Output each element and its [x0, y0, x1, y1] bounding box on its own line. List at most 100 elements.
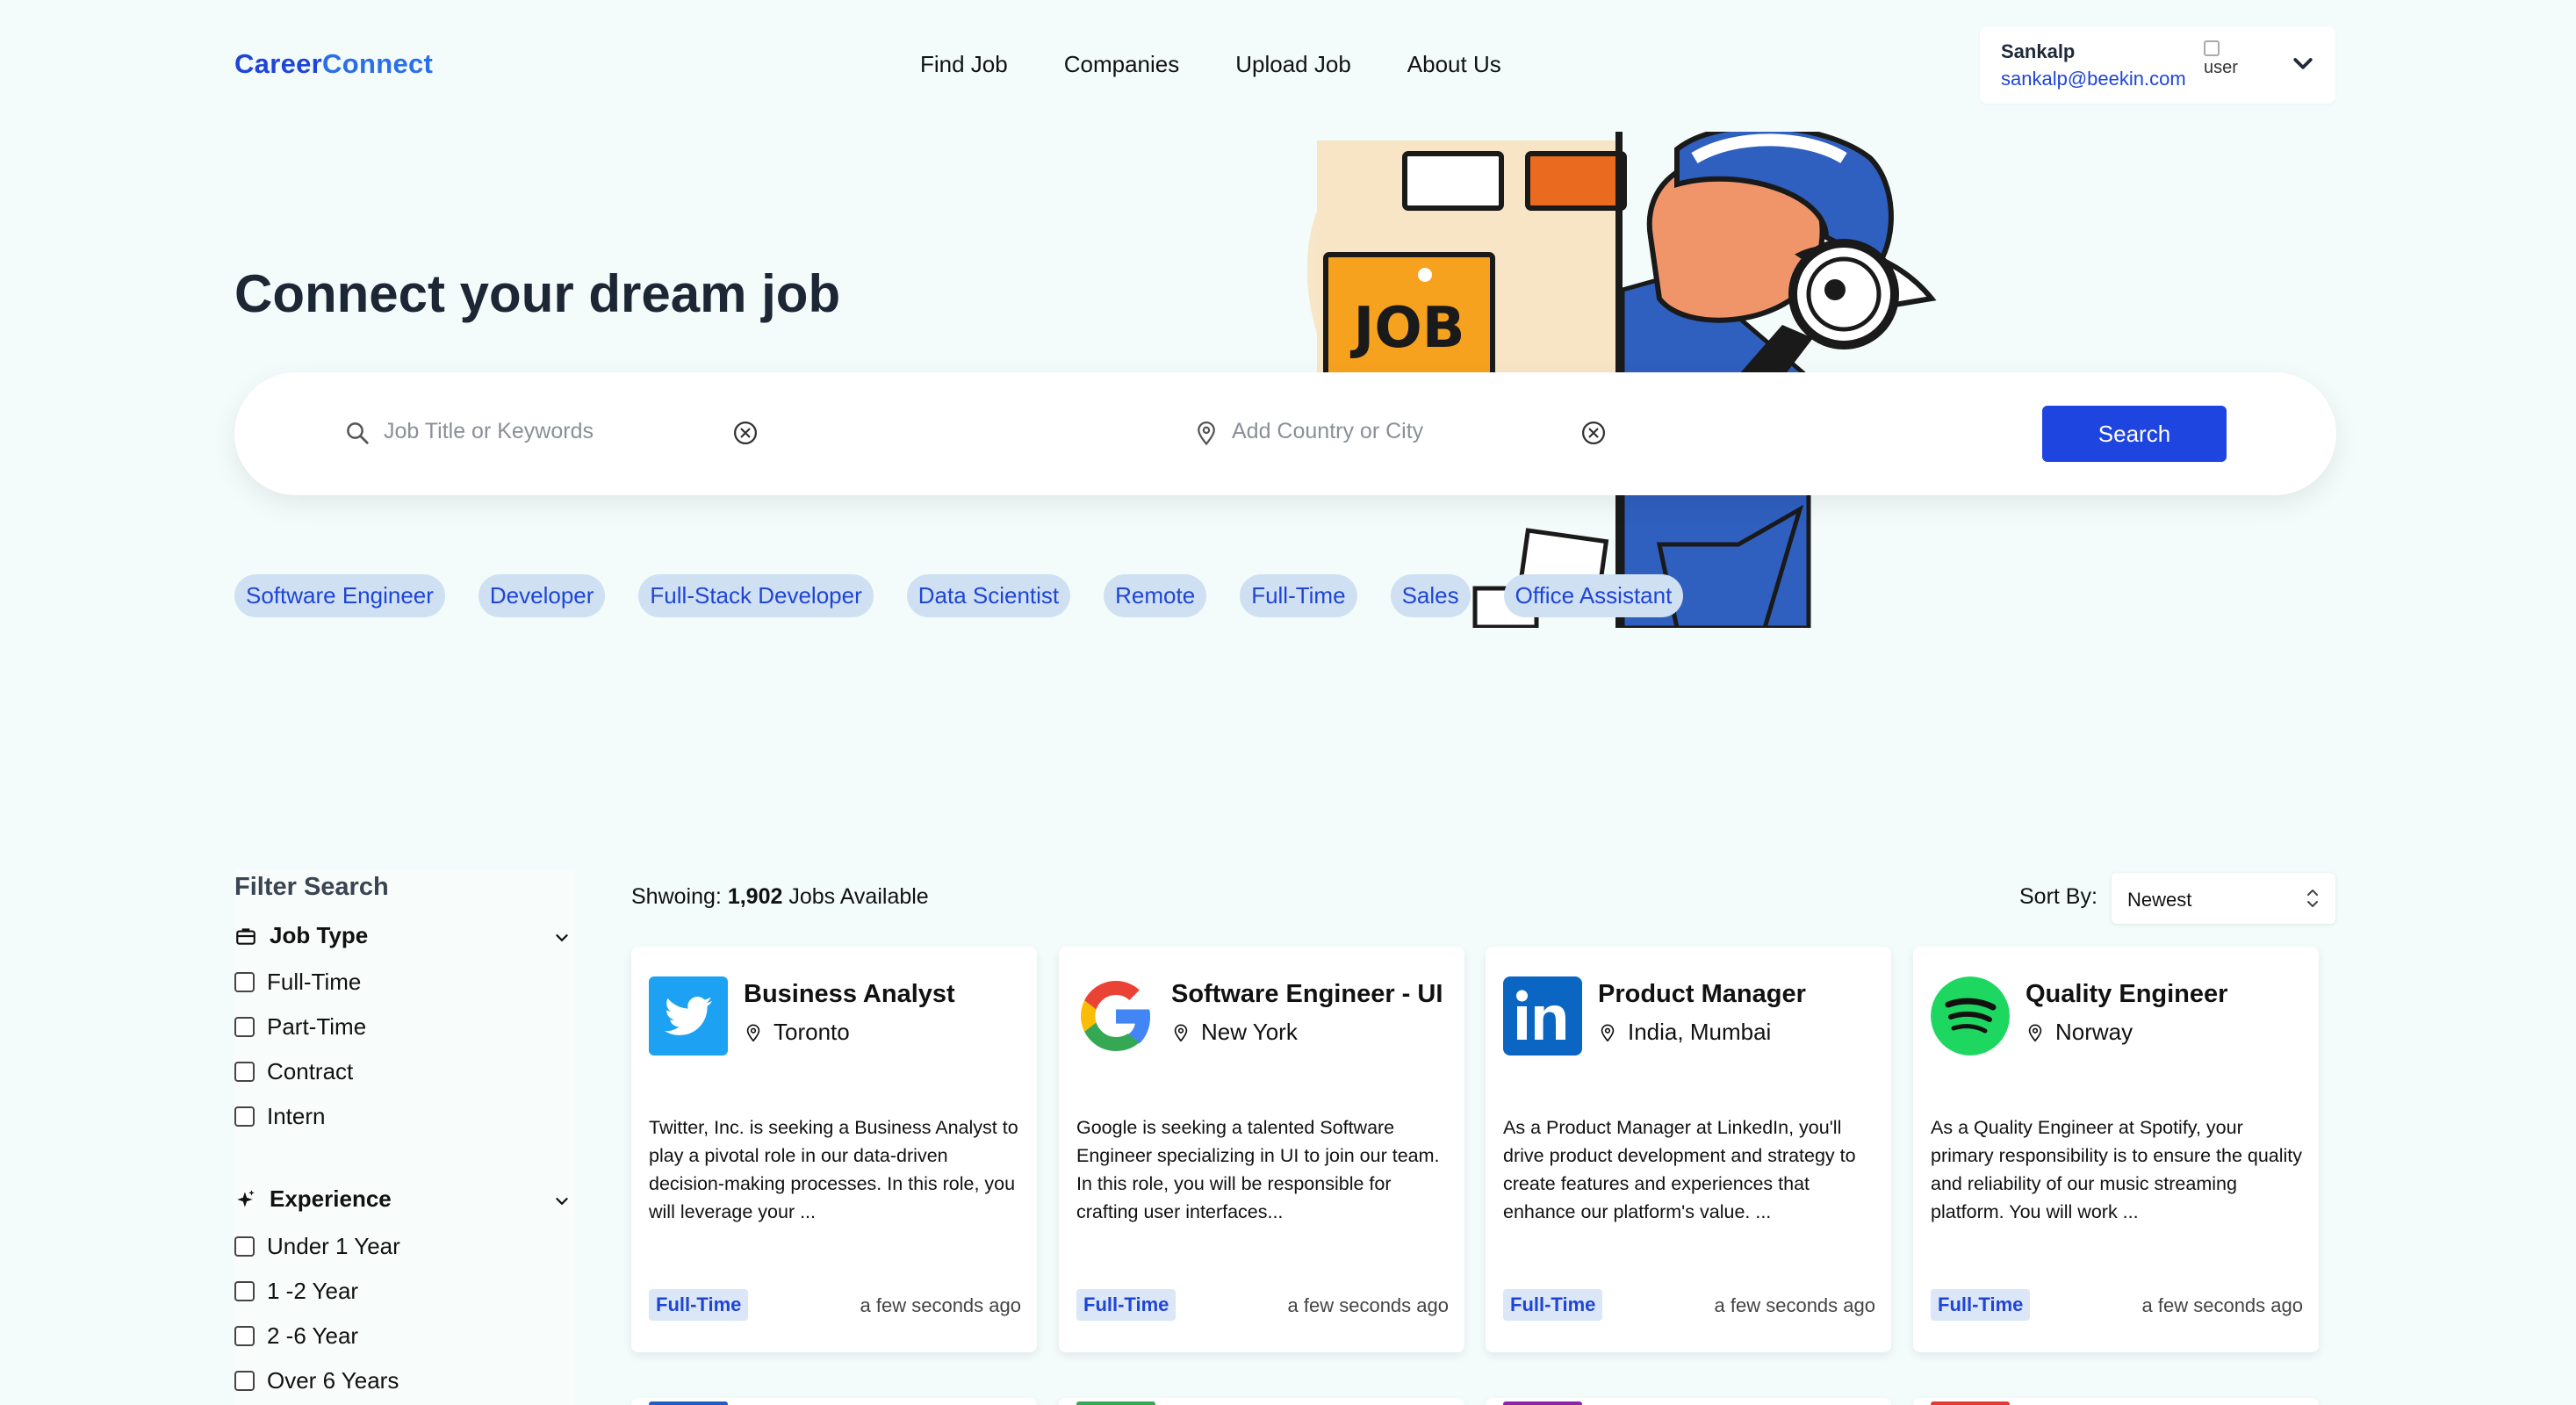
posted-time: a few seconds ago: [1714, 1294, 1875, 1316]
nav-upload-job[interactable]: Upload Job: [1235, 51, 1351, 78]
checkbox[interactable]: [234, 972, 255, 992]
filter-option-over-6-years[interactable]: Over 6 Years: [234, 1367, 399, 1394]
job-card[interactable]: [631, 1398, 1037, 1405]
job-card[interactable]: [1059, 1398, 1464, 1405]
tag-chip[interactable]: Developer: [478, 574, 606, 617]
option-label: Contract: [267, 1058, 354, 1084]
location-pin-icon: [2028, 1023, 2042, 1041]
checkbox[interactable]: [234, 1371, 255, 1391]
filter-title: Filter Search: [234, 873, 389, 901]
briefcase-icon: [236, 927, 255, 945]
job-card[interactable]: Quality Engineer Norway As a Quality Eng…: [1913, 947, 2319, 1352]
tag-chip[interactable]: Sales: [1390, 574, 1471, 617]
job-description: Google is seeking a talented Software En…: [1076, 1117, 1440, 1222]
checkbox[interactable]: [234, 1281, 255, 1301]
experience-header[interactable]: Experience: [234, 1185, 392, 1213]
job-location: India, Mumbai: [1598, 1019, 1771, 1046]
job-title[interactable]: Quality Engineer: [2026, 980, 2227, 1009]
checkbox[interactable]: [234, 1326, 255, 1346]
showing-suffix: Jobs Available: [788, 884, 929, 909]
hero-title: Connect your dream job: [234, 264, 841, 323]
location-pin-icon: [1601, 1023, 1615, 1041]
checkbox[interactable]: [234, 1236, 255, 1257]
avatar[interactable]: user: [2204, 40, 2242, 84]
experience-label: Experience: [270, 1185, 392, 1212]
option-label: Full-Time: [267, 969, 362, 995]
job-card[interactable]: Business Analyst Toronto Twitter, Inc. i…: [631, 947, 1037, 1352]
nav-about-us[interactable]: About Us: [1407, 51, 1501, 78]
chevron-down-icon[interactable]: [552, 1192, 572, 1211]
filter-option-intern[interactable]: Intern: [234, 1103, 326, 1130]
filter-sidebar: Filter Search Job Type Full-Time Part-Ti…: [234, 869, 575, 1405]
popular-tags: Software Engineer Developer Full-Stack D…: [234, 574, 1684, 617]
checkbox[interactable]: [234, 1017, 255, 1037]
filter-option-part-time[interactable]: Part-Time: [234, 1013, 366, 1041]
job-title[interactable]: Software Engineer - UI: [1171, 980, 1443, 1009]
option-label: 1 -2 Year: [267, 1278, 359, 1304]
chevron-down-icon[interactable]: [2290, 51, 2316, 77]
logo-text-career: Career: [234, 48, 323, 79]
sort-select[interactable]: Newest: [2112, 873, 2335, 924]
location-pin-icon: [1174, 1023, 1188, 1041]
tag-chip[interactable]: Software Engineer: [234, 574, 445, 617]
tag-chip[interactable]: Data Scientist: [906, 574, 1071, 617]
filter-option-2-6-year[interactable]: 2 -6 Year: [234, 1322, 358, 1350]
job-card[interactable]: Software Engineer - UI New York Google i…: [1059, 947, 1464, 1352]
nav-find-job[interactable]: Find Job: [920, 51, 1008, 78]
user-email: sankalp@beekin.com: [2001, 68, 2186, 90]
location-pin-icon: [1198, 422, 1215, 446]
job-location: Toronto: [744, 1019, 850, 1046]
tag-chip[interactable]: Full-Time: [1240, 574, 1357, 617]
clear-location-icon[interactable]: [1580, 420, 1607, 446]
spotify-icon: [1931, 976, 2010, 1056]
twitter-icon: [649, 976, 728, 1056]
tag-chip[interactable]: Office Assistant: [1503, 574, 1684, 617]
company-logo: [1503, 1401, 1582, 1405]
job-type-header[interactable]: Job Type: [234, 922, 368, 949]
job-location: Norway: [2026, 1019, 2133, 1046]
tag-chip[interactable]: Remote: [1104, 574, 1207, 617]
job-location: New York: [1171, 1019, 1298, 1046]
job-title[interactable]: Business Analyst: [744, 980, 955, 1009]
company-logo: [1931, 1401, 2010, 1405]
location-text: Norway: [2055, 1019, 2133, 1045]
search-button[interactable]: Search: [2042, 406, 2227, 462]
nav-companies[interactable]: Companies: [1064, 51, 1180, 78]
job-type-label: Job Type: [270, 922, 369, 948]
user-menu[interactable]: Sankalp sankalp@beekin.com user: [1980, 26, 2335, 104]
google-icon: [1076, 976, 1155, 1056]
job-type-badge: Full-Time: [1931, 1289, 2031, 1321]
linkedin-icon: [1503, 976, 1582, 1056]
job-card[interactable]: [1913, 1398, 2319, 1405]
job-title[interactable]: Product Manager: [1598, 980, 1806, 1009]
app-logo[interactable]: CareerConnect: [234, 48, 433, 80]
option-label: Over 6 Years: [267, 1367, 399, 1394]
sort-value: Newest: [2127, 889, 2192, 911]
logo-text-connect: Connect: [322, 48, 434, 79]
job-description: Twitter, Inc. is seeking a Business Anal…: [649, 1117, 1018, 1222]
chevron-down-icon[interactable]: [552, 928, 572, 947]
tag-chip[interactable]: Full-Stack Developer: [638, 574, 874, 617]
broken-image-icon: [2204, 40, 2220, 56]
location-search-input[interactable]: [1232, 413, 1565, 450]
company-logo: [1076, 1401, 1155, 1405]
keyword-search-input[interactable]: [384, 413, 717, 450]
checkbox[interactable]: [234, 1062, 255, 1082]
job-card[interactable]: [1486, 1398, 1891, 1405]
job-count: 1,902: [727, 884, 783, 909]
filter-option-under-1-year[interactable]: Under 1 Year: [234, 1233, 400, 1260]
option-label: Under 1 Year: [267, 1233, 400, 1259]
filter-option-1-2-year[interactable]: 1 -2 Year: [234, 1278, 358, 1305]
checkbox[interactable]: [234, 1106, 255, 1127]
location-pin-icon: [746, 1023, 760, 1041]
sort-label: Sort By:: [2019, 884, 2097, 909]
user-name: Sankalp: [2001, 40, 2076, 62]
clear-keyword-icon[interactable]: [732, 420, 759, 446]
filter-option-contract[interactable]: Contract: [234, 1058, 353, 1085]
search-icon: [347, 422, 369, 444]
filter-option-full-time[interactable]: Full-Time: [234, 969, 361, 996]
option-label: Part-Time: [267, 1013, 367, 1040]
main-nav: Find Job Companies Upload Job About Us: [920, 51, 1501, 78]
job-card[interactable]: Product Manager India, Mumbai As a Produ…: [1486, 947, 1891, 1352]
job-sign-text: JOB: [1350, 296, 1465, 361]
